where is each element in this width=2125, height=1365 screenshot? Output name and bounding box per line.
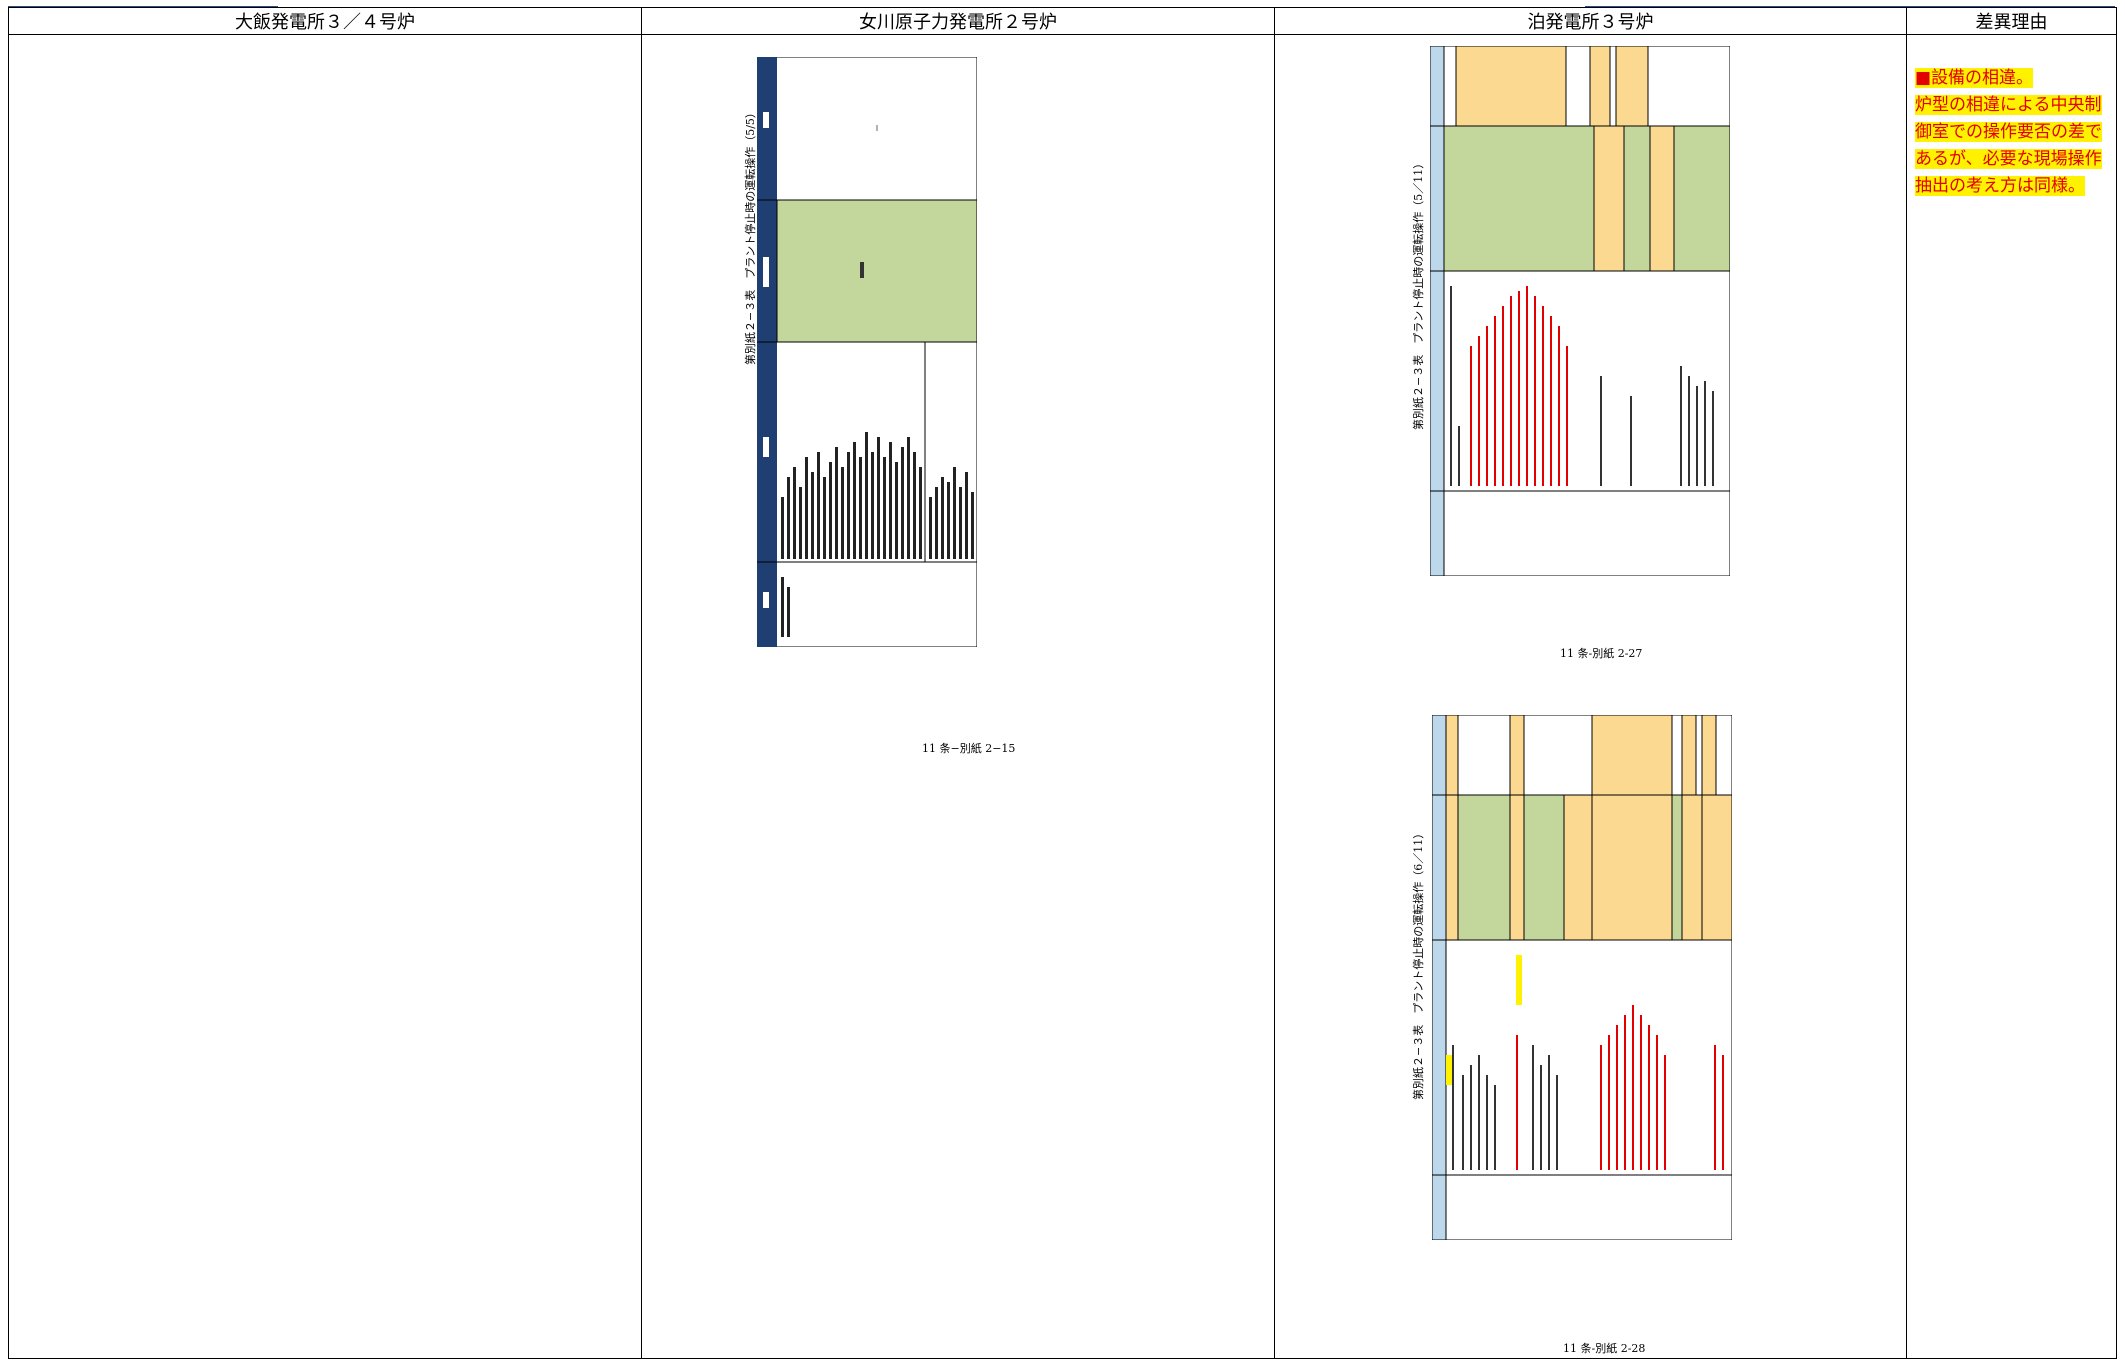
- column-header-reason: 差異理由: [1906, 7, 2117, 35]
- column-header-ohi: 大飯発電所３／４号炉: [8, 7, 642, 35]
- reason-line-3: 御室での操作要否の差で: [1915, 122, 2102, 142]
- column-header-onagawa: 女川原子力発電所２号炉: [641, 7, 1275, 35]
- header-rule-left: [8, 0, 278, 7]
- onagawa-table-title: 第別紙２−３表 プラント停止時の運転操作（5/5）: [744, 107, 757, 365]
- reason-line-5: 抽出の考え方は同様。: [1915, 176, 2085, 196]
- reason-line-1: 設備の相違。: [1931, 68, 2034, 88]
- tomari-sheet2: [1432, 715, 1732, 1240]
- onagawa-cell: 第別紙２−３表 プラント停止時の運転操作（5/5） 11 条−別紙 2−15: [641, 34, 1275, 1359]
- onagawa-rotated-table: [757, 57, 977, 647]
- tomari-sheet2-title: 第別紙２−３表 プラント停止時の運転操作（6／11）: [1412, 827, 1425, 1100]
- comparison-table: 大飯発電所３／４号炉 女川原子力発電所２号炉 泊発電所３号炉 差異理由 第別紙２…: [8, 7, 2117, 1359]
- reason-line-2: 炉型の相違による中央制: [1915, 95, 2102, 115]
- tomari-sheet1-caption: 11 条-別紙 2-27: [1560, 647, 1643, 660]
- ohi-cell: [8, 34, 642, 1359]
- reason-marker: ■: [1915, 68, 1932, 88]
- content-row: 第別紙２−３表 プラント停止時の運転操作（5/5） 11 条−別紙 2−15 第…: [8, 34, 2120, 1359]
- reason-cell: ■設備の相違。 炉型の相違による中央制 御室での操作要否の差で あるが、必要な現…: [1906, 34, 2120, 1359]
- column-header-tomari: 泊発電所３号炉: [1274, 7, 1907, 35]
- tomari-sheet2-caption: 11 条-別紙 2-28: [1563, 1342, 1646, 1355]
- reason-line-4: あるが、必要な現場操作: [1915, 149, 2102, 169]
- onagawa-page-caption: 11 条−別紙 2−15: [922, 742, 1016, 755]
- reason-text: ■設備の相違。 炉型の相違による中央制 御室での操作要否の差で あるが、必要な現…: [1915, 65, 2120, 200]
- tomari-cell: 第別紙２−３表 プラント停止時の運転操作（5／11） 11 条-別紙 2-27 …: [1274, 34, 1907, 1359]
- tomari-sheet1-title: 第別紙２−３表 プラント停止時の運転操作（5／11）: [1412, 157, 1425, 430]
- header-row: 大飯発電所３／４号炉 女川原子力発電所２号炉 泊発電所３号炉 差異理由: [8, 7, 2117, 35]
- header-rule-right: [1585, 0, 2115, 7]
- tomari-sheet1: [1430, 46, 1730, 576]
